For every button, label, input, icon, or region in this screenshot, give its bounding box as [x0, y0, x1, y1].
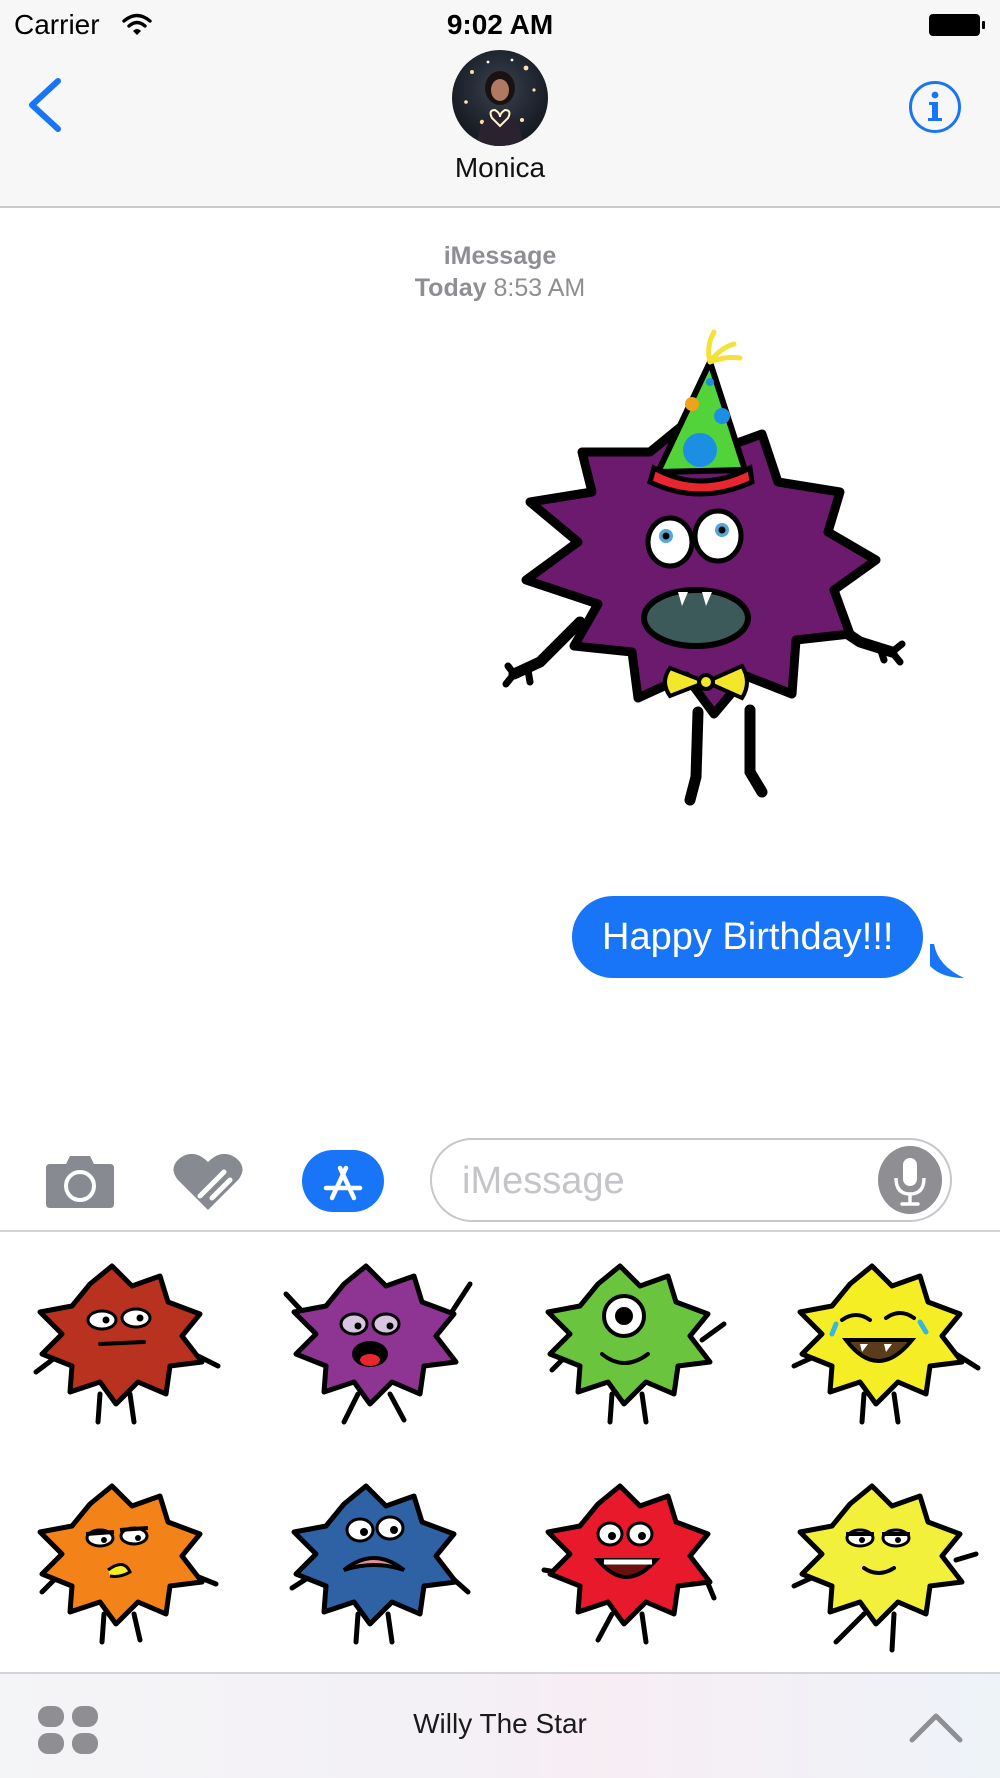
app-name: Willy The Star: [413, 1708, 587, 1739]
timestamp-time: 8:53 AM: [493, 274, 586, 302]
sticker-green-cyclops[interactable]: [528, 1254, 738, 1434]
app-drawer-bar: Willy The Star: [0, 1672, 1000, 1778]
status-bar: Carrier 9:02 AM: [0, 0, 1000, 50]
compose-bar: [0, 1120, 1000, 1232]
info-icon[interactable]: [908, 80, 962, 134]
chevron-up-icon[interactable]: [908, 1706, 964, 1746]
message-field[interactable]: [430, 1138, 952, 1222]
contact-name[interactable]: Monica: [0, 152, 1000, 184]
sticker-purple-excited[interactable]: [274, 1254, 484, 1434]
conversation-header: Monica: [0, 50, 1000, 208]
sticker-message[interactable]: [500, 322, 920, 812]
sticker-orange-skeptical[interactable]: [20, 1474, 230, 1654]
sticker-red-deadpan[interactable]: [20, 1254, 230, 1434]
message-input[interactable]: [462, 1156, 842, 1206]
battery-icon: [929, 14, 985, 36]
service-label: iMessage: [443, 242, 557, 270]
app-store-icon: [323, 1165, 363, 1201]
sticker-drawer: [0, 1234, 1000, 1672]
camera-icon[interactable]: [44, 1152, 116, 1210]
contact-avatar[interactable]: [452, 50, 548, 146]
conversation-timestamp: iMessage Today 8:53 AM: [0, 240, 1000, 304]
app-store-button[interactable]: [302, 1150, 384, 1212]
digital-touch-icon[interactable]: [172, 1150, 244, 1212]
bubble-tail: [930, 944, 964, 978]
back-chevron-icon[interactable]: [24, 75, 68, 135]
sticker-red-grinning[interactable]: [528, 1474, 738, 1654]
sticker-blue-worried[interactable]: [274, 1474, 484, 1654]
sticker-yellow-content[interactable]: [780, 1474, 990, 1654]
sticker-yellow-laughing[interactable]: [780, 1254, 990, 1434]
outgoing-message-bubble[interactable]: Happy Birthday!!!: [572, 896, 924, 978]
microphone-icon: [894, 1158, 926, 1206]
avatar-photo: [464, 58, 536, 146]
timestamp-day: Today: [414, 274, 487, 302]
clock: 9:02 AM: [446, 9, 554, 40]
dictation-button[interactable]: [878, 1146, 942, 1214]
